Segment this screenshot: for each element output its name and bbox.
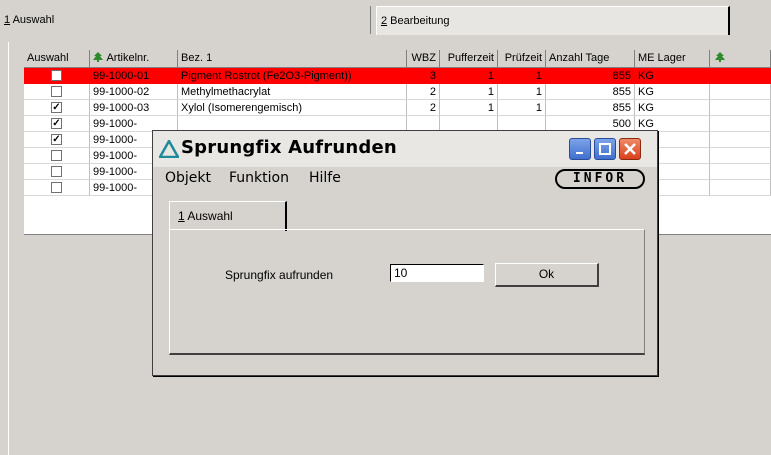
grid-header: Auswahl Artikelnr. Bez. 1 WBZ Pufferzeit… xyxy=(24,50,771,68)
tab-bearbeitung[interactable]: 2 Bearbeitung xyxy=(376,6,730,35)
cell-wbz: 2 xyxy=(407,84,440,100)
cell-pruef: 1 xyxy=(498,68,546,84)
col-artikelnr[interactable]: Artikelnr. xyxy=(90,50,178,67)
table-row[interactable]: 99-1000-02 Methylmethacrylat 2 1 1 855 KG xyxy=(24,84,771,100)
cell-extra xyxy=(710,84,771,100)
row-checkbox-cell xyxy=(24,148,90,164)
row-checkbox[interactable] xyxy=(51,86,62,97)
cell-puffer: 1 xyxy=(440,100,498,116)
row-checkbox[interactable]: ✓ xyxy=(51,102,62,113)
sprungfix-dialog: Sprungfix Aufrunden Objekt Funktion Hilf… xyxy=(152,130,658,376)
cell-tage: 855 xyxy=(546,84,635,100)
row-checkbox-cell xyxy=(24,180,90,196)
dialog-tab-label: Auswahl xyxy=(184,209,233,223)
cell-extra xyxy=(710,132,771,148)
menu-objekt[interactable]: Objekt xyxy=(165,170,211,186)
close-icon xyxy=(624,143,636,155)
row-checkbox[interactable] xyxy=(51,150,62,161)
cell-puffer: 1 xyxy=(440,68,498,84)
tree-icon xyxy=(715,52,725,62)
col-artikelnr-label: Artikelnr. xyxy=(106,52,150,64)
cell-tage: 855 xyxy=(546,100,635,116)
cell-extra xyxy=(710,100,771,116)
table-row[interactable]: 99-1000-01 Pigment Rostrot (Fe2O3-Pigment… xyxy=(24,68,771,84)
cell-bez: Pigment Rostrot (Fe2O3-Pigment)) xyxy=(178,68,407,84)
dialog-tab-auswahl[interactable]: 1 Auswahl xyxy=(169,201,287,231)
ok-button[interactable]: Ok xyxy=(495,263,599,287)
cell-artikelnr: 99-1000-02 xyxy=(90,84,178,100)
row-checkbox[interactable]: ✓ xyxy=(51,134,62,145)
minimize-button[interactable] xyxy=(569,138,591,160)
col-anzahl-tage[interactable]: Anzahl Tage xyxy=(546,50,635,67)
row-checkbox[interactable] xyxy=(51,70,62,81)
cell-extra xyxy=(710,180,771,196)
menu-funktion[interactable]: Funktion xyxy=(229,170,289,186)
tab-auswahl[interactable]: 1 Auswahl xyxy=(0,6,371,34)
app-triangle-icon xyxy=(159,140,179,158)
cell-wbz: 2 xyxy=(407,100,440,116)
row-checkbox[interactable] xyxy=(51,166,62,177)
close-button[interactable] xyxy=(619,138,641,160)
maximize-button[interactable] xyxy=(594,138,616,160)
col-bez1[interactable]: Bez. 1 xyxy=(178,50,407,67)
table-row[interactable]: ✓ 99-1000-03 Xylol (Isomerengemisch) 2 1 1 855… xyxy=(24,100,771,116)
col-me-lager[interactable]: ME Lager xyxy=(635,50,710,67)
cell-artikelnr: 99-1000-01 xyxy=(90,68,178,84)
cell-me: KG xyxy=(635,68,710,84)
cell-me: KG xyxy=(635,100,710,116)
cell-bez: Methylmethacrylat xyxy=(178,84,407,100)
cell-extra xyxy=(710,68,771,84)
row-checkbox-cell xyxy=(24,164,90,180)
cell-me: KG xyxy=(635,84,710,100)
cell-bez: Xylol (Isomerengemisch) xyxy=(178,100,407,116)
maximize-icon xyxy=(599,143,611,155)
row-checkbox-cell xyxy=(24,68,90,84)
cell-extra xyxy=(710,148,771,164)
col-pufferzeit[interactable]: Pufferzeit xyxy=(440,50,498,67)
row-checkbox-cell: ✓ xyxy=(24,132,90,148)
row-checkbox-cell: ✓ xyxy=(24,100,90,116)
cell-pruef: 1 xyxy=(498,84,546,100)
col-pruefzeit[interactable]: Prüfzeit xyxy=(498,50,546,67)
cell-pruef: 1 xyxy=(498,100,546,116)
cell-artikelnr: 99-1000-03 xyxy=(90,100,178,116)
col-auswahl[interactable]: Auswahl xyxy=(24,50,90,67)
cell-puffer: 1 xyxy=(440,84,498,100)
tab-bearbeitung-label: Bearbeitung xyxy=(387,15,450,27)
menu-hilfe[interactable]: Hilfe xyxy=(309,170,341,186)
main-tabstrip: 1 Auswahl 2 Bearbeitung xyxy=(0,0,771,42)
row-checkbox-cell xyxy=(24,84,90,100)
tree-icon xyxy=(93,52,103,62)
row-checkbox-cell: ✓ xyxy=(24,116,90,132)
sprungfix-label: Sprungfix aufrunden xyxy=(225,268,334,282)
cell-extra xyxy=(710,164,771,180)
col-extra[interactable] xyxy=(710,50,771,67)
row-checkbox[interactable] xyxy=(51,182,62,193)
cell-extra xyxy=(710,116,771,132)
infor-logo: INFOR xyxy=(555,169,645,189)
dialog-tab-mnemonic: 1 xyxy=(178,209,185,223)
tab-auswahl-label: Auswahl xyxy=(10,14,55,26)
cell-wbz: 3 xyxy=(407,68,440,84)
dialog-title: Sprungfix Aufrunden xyxy=(181,137,397,158)
minimize-icon xyxy=(576,152,583,154)
cell-tage: 855 xyxy=(546,68,635,84)
sprungfix-input[interactable] xyxy=(390,264,484,282)
col-wbz[interactable]: WBZ xyxy=(407,50,440,67)
row-checkbox[interactable]: ✓ xyxy=(51,118,62,129)
dialog-titlebar[interactable]: Sprungfix Aufrunden xyxy=(153,131,657,167)
dialog-tab-panel xyxy=(169,229,645,355)
